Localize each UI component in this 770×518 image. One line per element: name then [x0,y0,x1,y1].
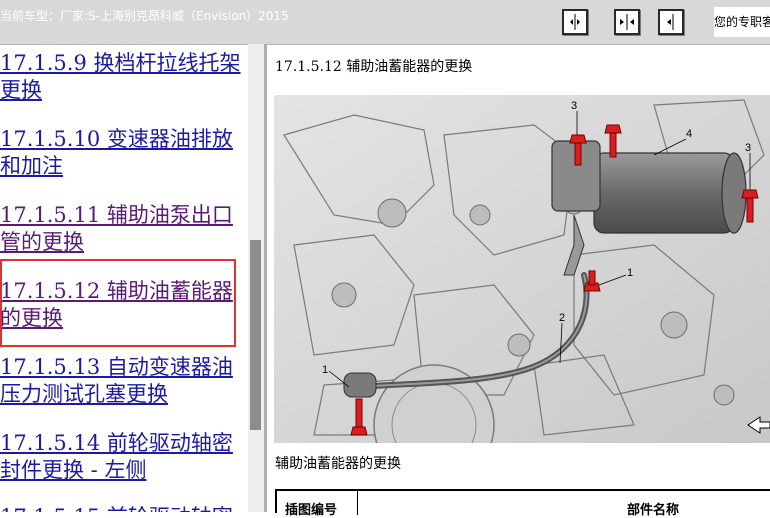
toc-link-17-1-5-10[interactable]: 17.1.5.10 变速器油排放和加注 [0,126,246,180]
toc-link-17-1-5-11[interactable]: 17.1.5.11 辅助油泵出口管的更换 [0,202,246,256]
table-header-callout: 插图编号 [285,503,338,518]
table-column-divider [357,491,358,515]
current-vehicle-label: 当前车型：厂家:S-上海别克昂科威（Envision）2015 [0,9,289,23]
toc-link-17-1-5-9[interactable]: 17.1.5.9 换档杆拉线托架更换 [0,50,246,104]
page-title: 17.1.5.12 辅助油蓄能器的更换 [275,59,473,75]
callout-1-lower: 1 [322,364,328,376]
split-view-button[interactable] [614,9,640,35]
toc-scrollbar[interactable] [248,44,264,512]
toc-link-17-1-5-15[interactable]: 17.1.5.15 前轮驱动轴密 [0,504,246,512]
accumulator-illustration: 3 4 3 1 2 1 [274,95,770,486]
collapse-left-panel-button[interactable] [658,9,684,35]
panel-divider[interactable] [264,44,267,512]
figure-caption: 辅助油蓄能器的更换 [275,456,401,472]
toc-panel: 17.1.5.9 换档杆拉线托架更换 17.1.5.10 变速器油排放和加注 1… [0,44,248,512]
split-view-icon [620,14,634,30]
top-toolbar: 当前车型：厂家:S-上海别克昂科威（Envision）2015 您的专职客 [0,0,770,45]
user-info-label: 您的专职客 [714,7,770,37]
parts-table: 插图编号 部件名称 [275,489,770,518]
callout-3-right: 3 [745,142,751,154]
scrollbar-thumb[interactable] [250,240,261,430]
toc-link-17-1-5-14[interactable]: 17.1.5.14 前轮驱动轴密封件更换 - 左侧 [0,430,246,484]
callout-1-upper: 1 [627,267,633,279]
callout-3-left: 3 [571,100,577,112]
collapse-panel-icon [667,14,674,30]
expand-left-panel-button[interactable] [562,9,588,35]
callout-4: 4 [686,128,692,140]
current-item-highlight [0,259,236,347]
expand-panel-icon [570,14,580,30]
table-header-part-name: 部件名称 [627,503,680,518]
toc-link-17-1-5-13[interactable]: 17.1.5.13 自动变速器油压力测试孔塞更换 [0,354,246,408]
callout-2: 2 [559,312,565,324]
